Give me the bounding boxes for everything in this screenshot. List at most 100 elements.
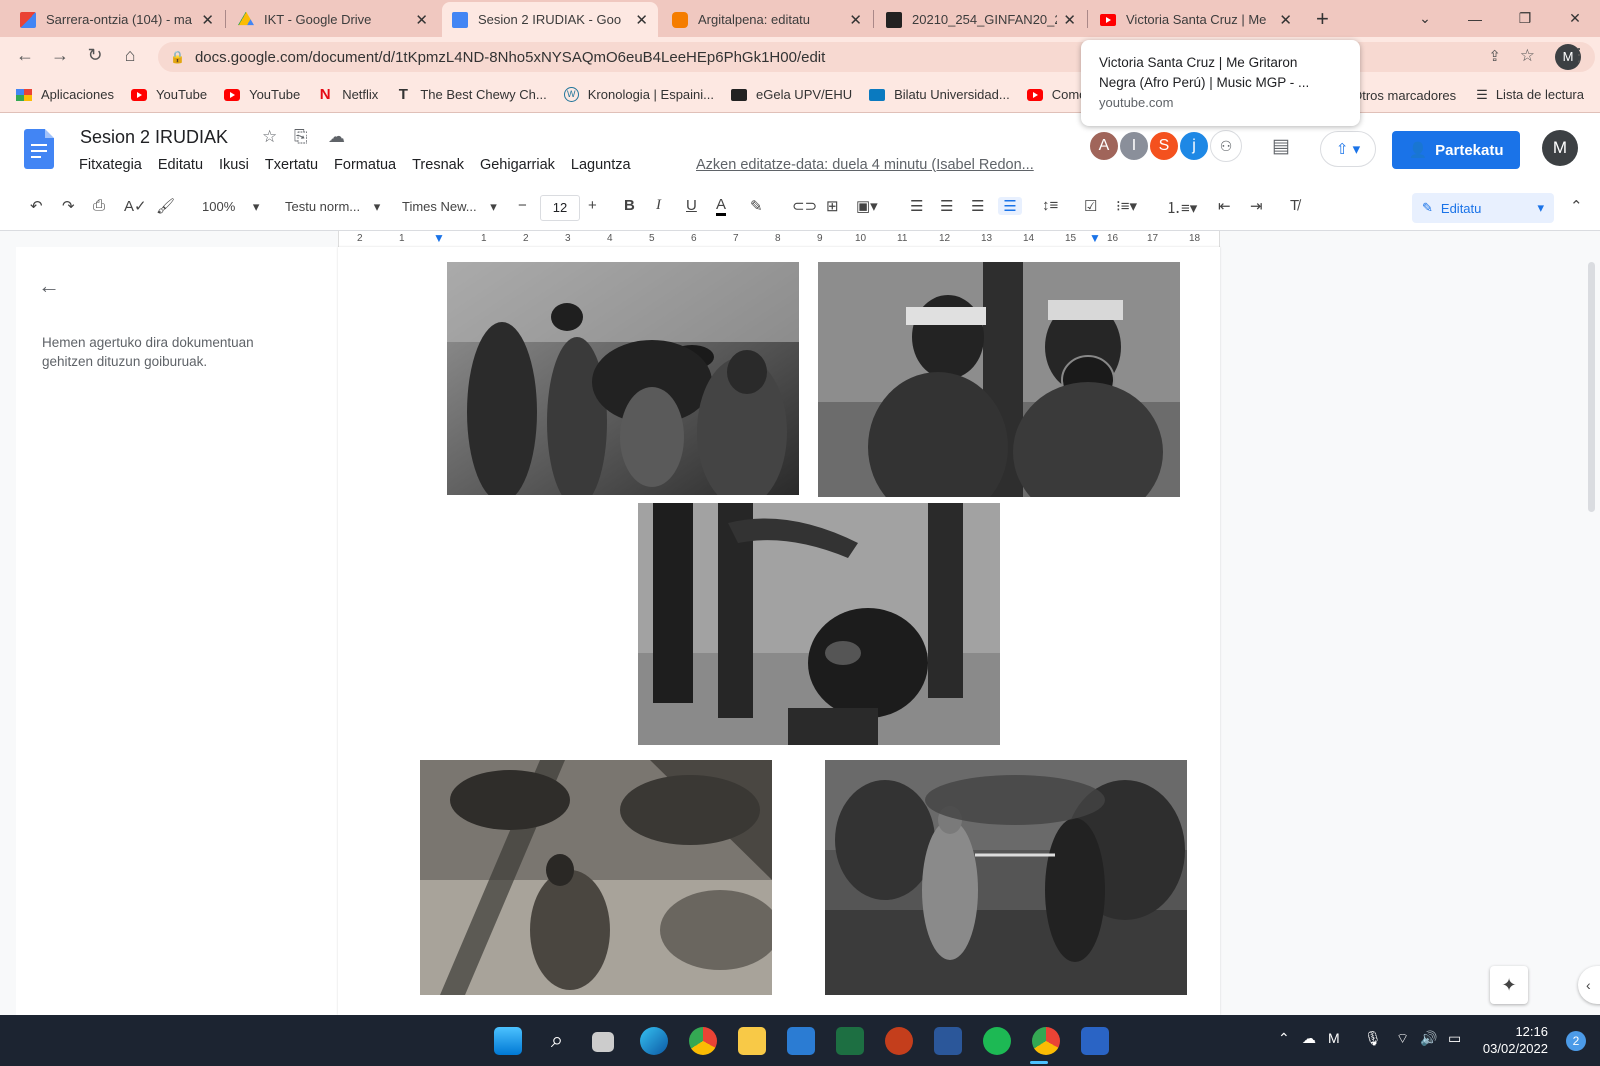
last-edit-link[interactable]: Azken editatze-data: duela 4 minutu (Isa…: [696, 157, 1034, 173]
menu-addons[interactable]: Gehigarriak: [480, 157, 555, 173]
photo-child-feeding[interactable]: [638, 503, 1000, 745]
wifi-icon[interactable]: ⌔: [1396, 1030, 1409, 1048]
collaborator-avatar[interactable]: j: [1178, 130, 1210, 162]
word-icon[interactable]: [934, 1027, 962, 1055]
address-bar[interactable]: 🔒 docs.google.com/document/d/1tKpmzL4ND-…: [158, 42, 1595, 72]
close-window-icon[interactable]: ✕: [1550, 10, 1600, 27]
chrome-icon[interactable]: [689, 1027, 717, 1055]
bookmark-como[interactable]: Como: [1026, 87, 1086, 102]
photo-women-carrying-pots[interactable]: [447, 262, 799, 495]
more-collaborators-icon[interactable]: ⚇: [1210, 130, 1242, 162]
ruler-bar[interactable]: 2 1 ▼ 1 2 3 4 5 6 7 8 9 10 11 12 13 14 1…: [338, 231, 1220, 247]
decrease-font-icon[interactable]: −: [518, 197, 527, 214]
left-indent-icon[interactable]: ▼: [433, 231, 445, 245]
browser-menu-icon[interactable]: ⋮: [1570, 45, 1588, 66]
close-icon[interactable]: ✕: [1063, 11, 1076, 29]
numbered-list-icon[interactable]: ⒈≡▾: [1166, 197, 1197, 218]
side-panel-toggle[interactable]: ‹: [1578, 966, 1600, 1004]
tab-drive[interactable]: IKT - Google Drive ✕: [228, 2, 438, 37]
menu-view[interactable]: Ikusi: [219, 157, 249, 173]
docs-logo-icon[interactable]: [24, 129, 54, 169]
italic-icon[interactable]: I: [656, 197, 661, 214]
bookmark-kronologia[interactable]: W Kronologia | Espaini...: [563, 87, 714, 102]
gmail-tray-icon[interactable]: M: [1328, 1030, 1340, 1046]
editing-mode-select[interactable]: ✎ Editatu ▾: [1412, 193, 1554, 223]
present-meet-button[interactable]: ⇧ ▾: [1320, 131, 1376, 167]
align-justify-icon[interactable]: ☰: [998, 197, 1022, 215]
tab-search-icon[interactable]: ⌄: [1400, 10, 1450, 27]
bookmark-youtube[interactable]: YouTube: [131, 87, 207, 102]
explore-button[interactable]: ✦: [1490, 966, 1528, 1004]
new-tab-button[interactable]: +: [1316, 6, 1329, 32]
text-color-icon[interactable]: A: [716, 197, 727, 216]
restore-icon[interactable]: ❐: [1500, 10, 1550, 27]
close-icon[interactable]: ✕: [849, 11, 862, 29]
add-comment-icon[interactable]: ⊞: [826, 197, 839, 215]
spellcheck-icon[interactable]: A✓: [124, 197, 147, 215]
notification-badge[interactable]: 2: [1566, 1031, 1586, 1051]
reload-icon[interactable]: ↻: [83, 45, 107, 66]
volume-icon[interactable]: 🔊: [1420, 1030, 1437, 1047]
paint-format-icon[interactable]: 🖌: [156, 197, 175, 215]
collaborator-avatar[interactable]: I: [1118, 130, 1150, 162]
start-icon[interactable]: [494, 1027, 522, 1055]
tab-egela[interactable]: 20210_254_GINFAN20_2 ✕: [876, 2, 1086, 37]
insert-image-icon[interactable]: ▣▾: [856, 197, 878, 215]
share-button[interactable]: 👤 Partekatu: [1392, 131, 1520, 169]
decrease-indent-icon[interactable]: ⇤: [1218, 197, 1231, 215]
forward-icon[interactable]: →: [48, 45, 72, 66]
document-page[interactable]: [338, 247, 1220, 1015]
align-right-icon[interactable]: ☰: [971, 197, 984, 215]
clear-formatting-icon[interactable]: T̸: [1290, 197, 1299, 214]
bold-icon[interactable]: B: [624, 197, 635, 214]
powerpoint-icon[interactable]: [885, 1027, 913, 1055]
bookmark-egela[interactable]: eGela UPV/EHU: [731, 87, 852, 102]
close-icon[interactable]: ✕: [1279, 11, 1292, 29]
font-family-select[interactable]: Times New... ▾: [402, 199, 497, 215]
font-size-input[interactable]: 12: [540, 195, 580, 221]
close-icon[interactable]: ✕: [635, 11, 648, 29]
search-icon[interactable]: ⌕: [543, 1027, 571, 1055]
menu-insert[interactable]: Txertatu: [265, 157, 318, 173]
tab-youtube[interactable]: Victoria Santa Cruz | Me ✕: [1090, 2, 1302, 37]
onedrive-icon[interactable]: ☁: [1302, 1030, 1316, 1047]
highlight-icon[interactable]: ✎: [750, 197, 763, 215]
file-explorer-icon[interactable]: [738, 1027, 766, 1055]
menu-format[interactable]: Formatua: [334, 157, 396, 173]
tab-blogger[interactable]: Argitalpena: editatu ✕: [662, 2, 872, 37]
teams-icon[interactable]: [1081, 1027, 1109, 1055]
collaborator-avatar[interactable]: S: [1148, 130, 1180, 162]
document-title[interactable]: Sesion 2 IRUDIAK: [80, 127, 228, 148]
print-icon[interactable]: ⎙: [93, 197, 105, 214]
bullet-list-icon[interactable]: ⁝≡▾: [1116, 197, 1137, 215]
scrollbar-thumb[interactable]: [1588, 262, 1595, 512]
increase-indent-icon[interactable]: ⇥: [1250, 197, 1263, 215]
menu-tools[interactable]: Tresnak: [412, 157, 464, 173]
minimize-icon[interactable]: —: [1450, 11, 1500, 27]
undo-icon[interactable]: ↶: [30, 197, 43, 215]
other-bookmarks[interactable]: Otros marcadores: [1352, 88, 1456, 103]
tab-docs-active[interactable]: Sesion 2 IRUDIAK - Goo ✕: [442, 2, 658, 37]
photo-women-lip-plates[interactable]: [818, 262, 1180, 497]
menu-edit[interactable]: Editatu: [158, 157, 203, 173]
excel-icon[interactable]: [836, 1027, 864, 1055]
paragraph-style-select[interactable]: Testu norm... ▾: [285, 199, 380, 215]
collapse-menus-icon[interactable]: ⌃: [1570, 197, 1583, 215]
bookmark-chewy[interactable]: T The Best Chewy Ch...: [395, 87, 547, 103]
chrome-profile-icon[interactable]: [1032, 1027, 1060, 1055]
system-clock[interactable]: 12:16 03/02/2022: [1483, 1023, 1548, 1057]
comments-icon[interactable]: ▤: [1272, 135, 1290, 158]
move-folder-icon[interactable]: ⎘: [294, 127, 308, 147]
align-left-icon[interactable]: ☰: [910, 197, 923, 215]
battery-icon[interactable]: ▭: [1448, 1030, 1461, 1047]
microphone-icon[interactable]: 🎙: [1364, 1030, 1382, 1047]
menu-file[interactable]: Fitxategia: [79, 157, 142, 173]
cloud-status-icon[interactable]: ☁: [328, 127, 345, 147]
bookmark-bilatu[interactable]: Bilatu Universidad...: [869, 87, 1010, 102]
share-page-icon[interactable]: ⇪: [1488, 47, 1501, 65]
task-view-icon[interactable]: [592, 1032, 614, 1052]
lock-icon[interactable]: 🔒: [170, 50, 185, 64]
tab-gmail[interactable]: Sarrera-ontzia (104) - ma ✕: [10, 2, 224, 37]
bookmark-apps[interactable]: Aplicaciones: [16, 87, 114, 102]
account-avatar[interactable]: M: [1542, 130, 1578, 166]
